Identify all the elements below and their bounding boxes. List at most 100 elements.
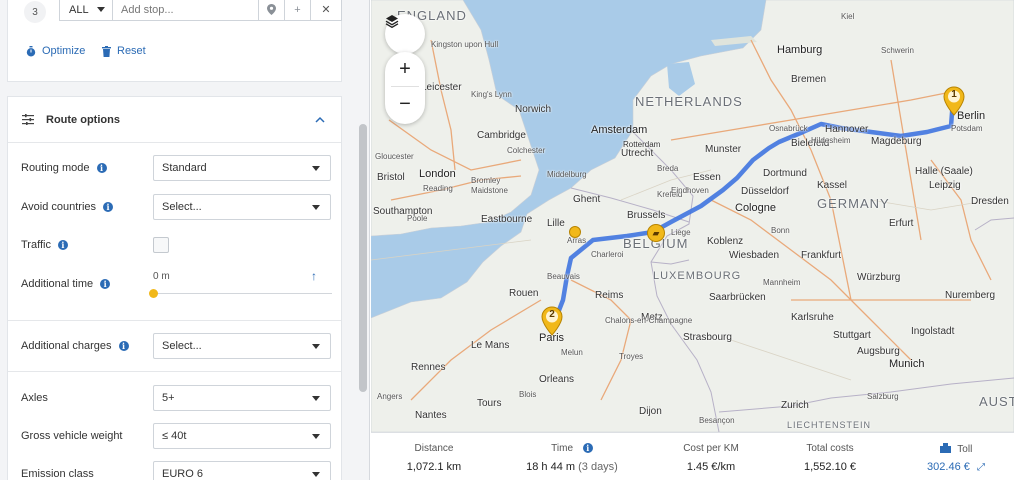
map-label-ingolstadt: Ingolstadt xyxy=(911,326,955,337)
toll-value[interactable]: 302.46 € xyxy=(927,461,970,473)
map-label-chalons: Chalons-en-Champagne xyxy=(605,316,693,325)
time-summary: Time i 18 h 44 m (3 days) xyxy=(507,433,637,480)
map-label-wurzburg: Würzburg xyxy=(857,272,901,283)
map-label-halle: Halle (Saale) xyxy=(915,166,973,177)
routing-mode-value: Standard xyxy=(162,162,207,174)
map-label-schwerin: Schwerin xyxy=(881,46,914,55)
traffic-label: Traffic xyxy=(21,239,51,251)
expand-icon[interactable]: ⤢ xyxy=(977,462,985,473)
route-map[interactable]: ENGLAND NETHERLANDS BELGIUM GERMANY LUXE… xyxy=(371,0,1014,432)
arrow-up-icon[interactable]: ↑ xyxy=(311,269,317,283)
info-icon[interactable]: i xyxy=(96,163,107,173)
additional-time-slider-track[interactable] xyxy=(153,293,332,294)
map-label-ghent: Ghent xyxy=(573,194,601,205)
cost-per-km-value: 1.45 €/km xyxy=(686,461,736,473)
map-label-blois: Blois xyxy=(519,390,537,399)
map-label-colchester: Colchester xyxy=(507,146,546,155)
scrollbar-thumb[interactable] xyxy=(359,124,367,392)
stop-number: 3 xyxy=(24,1,46,23)
info-icon[interactable]: i xyxy=(118,341,129,351)
map-label-lille: Lille xyxy=(547,218,565,229)
map-label-munich: Munich xyxy=(889,358,925,370)
map-label-netherlands: NETHERLANDS xyxy=(635,94,743,109)
close-icon[interactable]: ✕ xyxy=(311,0,341,20)
incident-marker[interactable] xyxy=(569,226,581,238)
layers-control[interactable] xyxy=(385,14,425,54)
map-label-rotterdam: Rotterdam xyxy=(623,140,661,149)
waypoint-pin-paris[interactable]: 2 xyxy=(541,306,563,336)
time-value-line: 18 h 44 m (3 days) xyxy=(507,461,637,473)
map-label-dijon: Dijon xyxy=(639,406,662,417)
reset-button[interactable]: Reset xyxy=(102,45,146,57)
map-label-saarbrucken: Saarbrücken xyxy=(709,292,766,303)
map-label-hamburg: Hamburg xyxy=(777,44,823,56)
map-label-koblenz: Koblenz xyxy=(707,236,744,247)
map-label-besancon: Besançon xyxy=(699,416,735,425)
additional-charges-select[interactable]: Select... xyxy=(153,333,331,359)
toll-header: Toll xyxy=(901,443,1011,455)
time-value: 18 h 44 m xyxy=(526,461,576,473)
map-label-cambridge: Cambridge xyxy=(477,130,526,141)
routing-mode-select[interactable]: Standard xyxy=(153,155,331,181)
map-label-angers: Angers xyxy=(377,392,403,401)
map-label-wiesbaden: Wiesbaden xyxy=(729,250,780,261)
zoom-out-button[interactable]: − xyxy=(385,87,425,121)
map-label-erfurt: Erfurt xyxy=(889,218,914,229)
map-label-charleroi: Charleroi xyxy=(591,250,624,259)
avoid-countries-row: Avoid countries i Select... xyxy=(8,194,341,220)
map-label-leipzig: Leipzig xyxy=(929,180,961,191)
map-label-potsdam: Potsdam xyxy=(951,124,983,133)
gross-vehicle-weight-row: Gross vehicle weight ≤ 40t xyxy=(8,423,341,449)
map-label-liege: Liege xyxy=(671,228,691,237)
stop-filter-dropdown[interactable]: ALL xyxy=(60,0,113,20)
map-label-london: London xyxy=(419,168,456,180)
reset-label: Reset xyxy=(117,45,146,57)
info-icon[interactable]: i xyxy=(100,279,111,289)
add-stop-input[interactable]: Add stop... xyxy=(113,0,259,20)
emission-class-select[interactable]: EURO 6 xyxy=(153,461,331,480)
toll-label: Toll xyxy=(957,444,973,455)
routing-mode-row: Routing mode i Standard xyxy=(8,155,341,181)
caret-down-icon xyxy=(312,343,320,349)
map-label-luxembourg: LUXEMBOURG xyxy=(653,270,742,282)
stop-filter-value: ALL xyxy=(69,3,89,16)
additional-time-label: Additional time xyxy=(21,278,94,290)
waypoint-pin-berlin[interactable]: 1 xyxy=(943,86,965,116)
map-label-tours: Tours xyxy=(477,398,502,409)
info-icon[interactable]: i xyxy=(57,240,68,250)
plus-icon[interactable]: + xyxy=(285,0,311,20)
optimize-button[interactable]: Optimize xyxy=(26,45,85,57)
time-label: Time xyxy=(551,443,574,454)
additional-time-slider-thumb[interactable] xyxy=(149,289,158,298)
map-label-le-mans: Le Mans xyxy=(471,340,510,351)
zoom-in-button[interactable]: + xyxy=(385,52,425,86)
caret-down-icon xyxy=(97,7,105,12)
map-label-breda: Breda xyxy=(657,164,679,173)
map-label-bristol: Bristol xyxy=(377,172,405,183)
map-label-leicester: Leicester xyxy=(421,82,462,93)
chevron-up-icon[interactable] xyxy=(315,116,325,123)
cost-per-km-summary: Cost per KM 1.45 €/km xyxy=(661,433,761,480)
layers-icon[interactable] xyxy=(385,14,425,54)
gross-vehicle-weight-select[interactable]: ≤ 40t xyxy=(153,423,331,449)
routing-mode-label: Routing mode xyxy=(21,162,90,174)
truck-icon[interactable]: ▰ xyxy=(647,224,665,242)
map-label-maidstone: Maidstone xyxy=(471,186,508,195)
map-label-mannheim: Mannheim xyxy=(763,278,801,287)
avoid-countries-select[interactable]: Select... xyxy=(153,194,331,220)
map-label-gloucester: Gloucester xyxy=(375,152,414,161)
route-options-header[interactable]: Route options xyxy=(8,97,341,143)
location-pin-icon[interactable] xyxy=(259,0,285,20)
sidebar-scrollbar[interactable] xyxy=(357,0,369,480)
info-icon[interactable]: i xyxy=(582,443,593,453)
additional-charges-value: Select... xyxy=(162,340,202,352)
map-label-rennes: Rennes xyxy=(411,362,446,373)
stop-row: ALL Add stop... + ✕ xyxy=(59,0,342,21)
additional-charges-row: Additional charges i Select... xyxy=(8,333,341,359)
info-icon[interactable]: i xyxy=(103,202,114,212)
axles-select[interactable]: 5+ xyxy=(153,385,331,411)
map-label-middelburg: Middelburg xyxy=(547,170,587,179)
additional-charges-label: Additional charges xyxy=(21,340,112,352)
traffic-checkbox[interactable] xyxy=(153,237,169,253)
map-label-nantes: Nantes xyxy=(415,410,447,421)
